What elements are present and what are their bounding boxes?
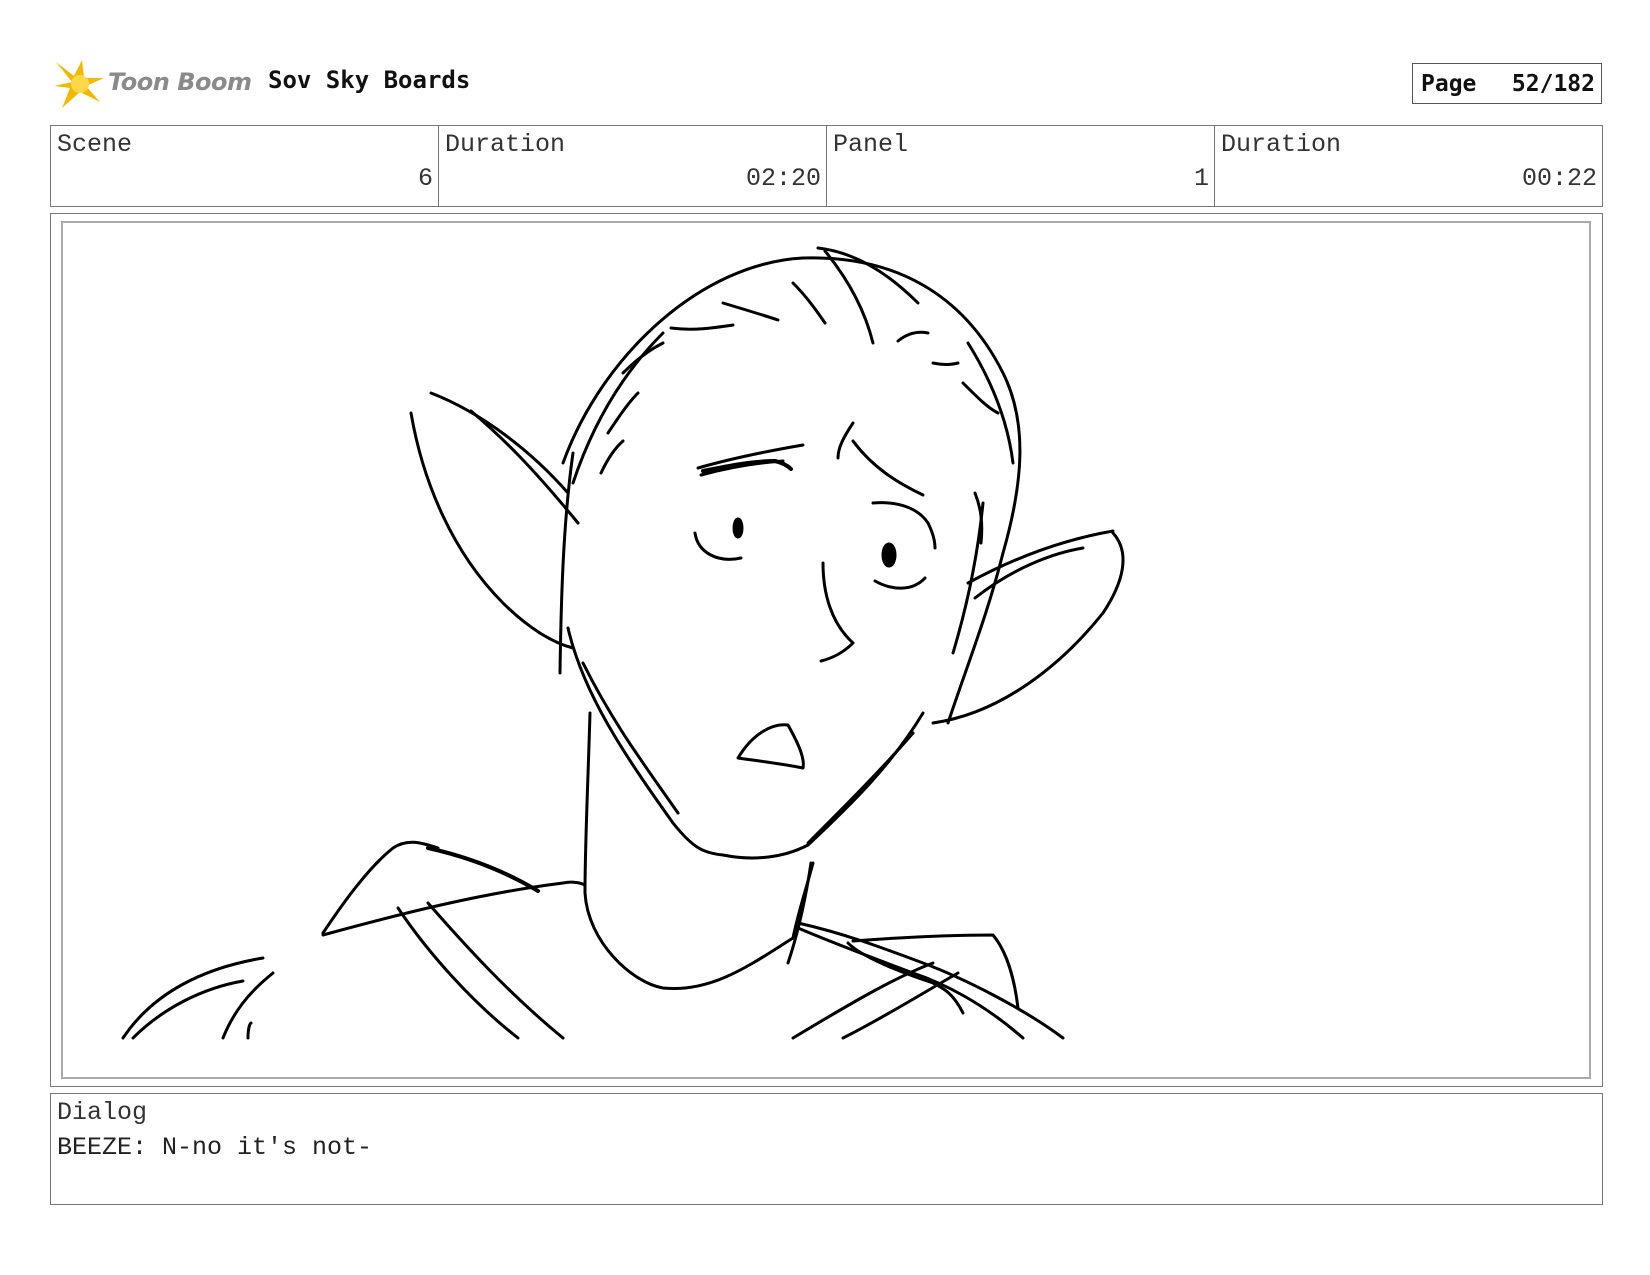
scene-cell: Scene 6 [51,126,439,206]
dialog-label: Dialog [57,1098,148,1127]
panel-cell: Panel 1 [827,126,1215,206]
character-sketch [121,246,1125,1040]
scene-label: Scene [57,130,133,159]
panel-drawing-area [61,221,1591,1079]
scene-duration-value: 02:20 [745,164,821,193]
panel-info-row: Scene 6 Duration 02:20 Panel 1 Duration … [50,125,1603,207]
storyboard-panel [50,213,1603,1087]
panel-label: Panel [833,130,909,159]
logo-text: Toon Boom [108,68,252,96]
panel-duration-label: Duration [1221,130,1342,159]
page-counter: Page 52/182 [1412,63,1602,104]
page-value: 52/182 [1511,71,1595,97]
panel-value: 1 [1193,164,1209,193]
panel-duration-value: 00:22 [1521,164,1597,193]
project-title: Sov Sky Boards [268,66,471,94]
panel-duration-cell: Duration 00:22 [1215,126,1602,206]
scene-duration-label: Duration [445,130,566,159]
toon-boom-logo: Toon Boom [52,56,252,112]
dialog-box: Dialog BEEZE: N-no it's not- [50,1093,1603,1205]
scene-value: 6 [417,164,433,193]
scene-duration-cell: Duration 02:20 [439,126,827,206]
toon-boom-star-icon [54,60,104,108]
dialog-text: BEEZE: N-no it's not- [57,1133,373,1162]
page-label: Page [1421,71,1477,97]
